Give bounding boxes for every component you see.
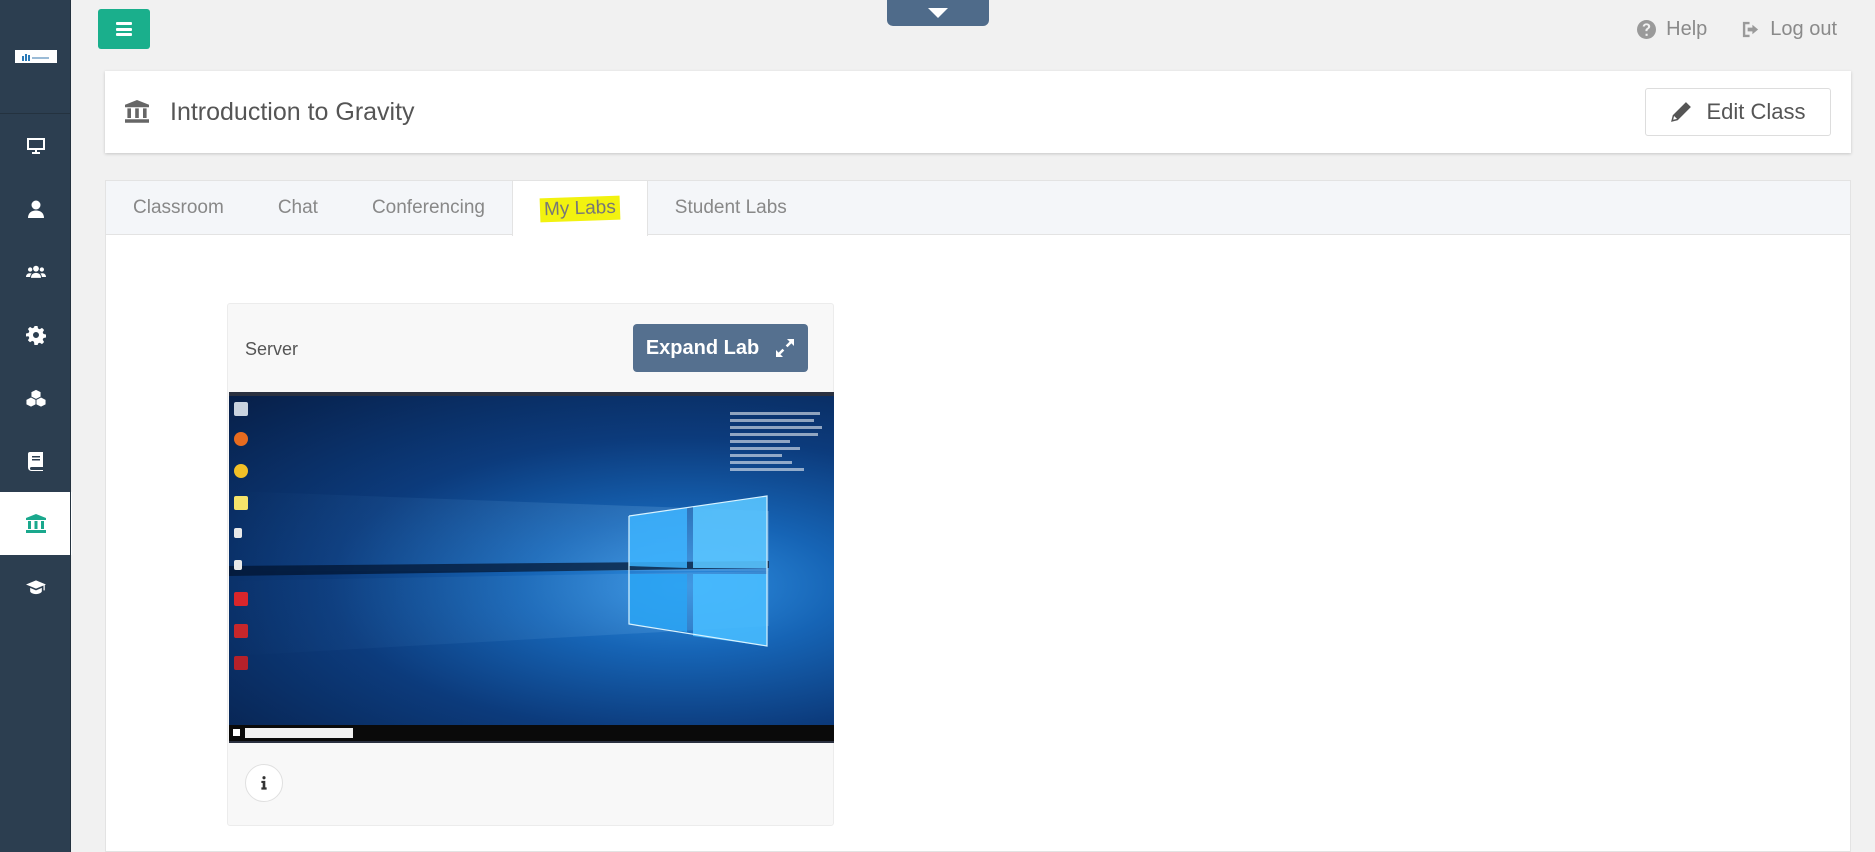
sidebar-item-courses[interactable]: [0, 429, 71, 492]
tab-my-labs[interactable]: My Labs: [511, 181, 648, 236]
chrome-icon: [234, 464, 248, 478]
tab-label: Student Labs: [674, 197, 787, 218]
logout-link[interactable]: Log out: [1741, 18, 1837, 41]
book-icon: [27, 451, 43, 471]
info-icon: [261, 776, 267, 790]
users-icon: [25, 265, 46, 278]
edit-class-button[interactable]: Edit Class: [1645, 88, 1831, 136]
file-icon: [234, 528, 242, 538]
edit-class-label: Edit Class: [1706, 99, 1806, 124]
tab-classroom[interactable]: Classroom: [106, 181, 251, 235]
caret-down-icon: [928, 8, 948, 18]
tab-label: Conferencing: [371, 197, 485, 218]
toolbar-dropdown-toggle[interactable]: [887, 0, 989, 26]
taskbar-search-box: [245, 728, 353, 738]
lab-info-button[interactable]: [245, 764, 283, 802]
institution-icon: [125, 100, 149, 123]
tab-conferencing[interactable]: Conferencing: [345, 181, 512, 235]
notes-icon: [234, 496, 248, 510]
app-icon: [234, 624, 248, 638]
page-title: Introduction to Gravity: [170, 97, 415, 126]
sidebar-item-training[interactable]: [0, 555, 71, 618]
logo: [14, 50, 57, 63]
sidebar-edge: [70, 0, 71, 852]
logout-label: Log out: [1770, 18, 1837, 40]
sidebar-item-user[interactable]: [0, 177, 71, 240]
sidebar-item-users[interactable]: [0, 240, 71, 303]
sidebar: [0, 0, 72, 852]
tab-student-labs[interactable]: Student Labs: [648, 181, 814, 235]
graduation-cap-icon: [25, 579, 46, 594]
expand-icon: [776, 339, 795, 357]
tab-bar: Classroom Chat Conferencing My Labs Stud…: [106, 181, 1850, 236]
logo-graphic-icon: [21, 53, 49, 61]
remote-taskbar: [229, 725, 834, 741]
sign-out-icon: [1743, 21, 1759, 38]
pencil-icon: [1671, 102, 1692, 122]
file-icon: [234, 560, 242, 570]
lab-screen-preview[interactable]: [229, 392, 834, 743]
acrobat-icon: [234, 592, 248, 606]
tab-label: Classroom: [133, 197, 224, 218]
expand-lab-button[interactable]: Expand Lab: [633, 324, 808, 372]
app-icon: [234, 656, 248, 670]
class-header: Introduction to Gravity Edit Class: [105, 71, 1851, 153]
help-label: Help: [1666, 18, 1708, 40]
lab-name: Server: [245, 339, 299, 359]
expand-lab-label: Expand Lab: [645, 336, 760, 359]
tab-chat[interactable]: Chat: [251, 181, 345, 235]
institution-icon: [25, 513, 46, 533]
hamburger-icon: [116, 22, 132, 36]
sidebar-item-labs[interactable]: [0, 366, 71, 429]
sidebar-item-classes[interactable]: [0, 492, 72, 555]
question-circle-icon: [1637, 20, 1657, 39]
menu-toggle-button[interactable]: [98, 9, 150, 49]
help-link[interactable]: Help: [1637, 18, 1707, 41]
tab-label: Chat: [277, 197, 318, 218]
lab-card: Server Expand Lab: [227, 303, 834, 826]
tab-label: My Labs: [539, 195, 621, 222]
sidebar-item-desktops[interactable]: [0, 114, 71, 177]
logo-area: [0, 0, 71, 114]
recycle-bin-icon: [234, 402, 248, 416]
remote-desktop-thumbnail: [229, 396, 834, 741]
class-panel: Classroom Chat Conferencing My Labs Stud…: [105, 180, 1851, 852]
gear-icon: [25, 325, 46, 345]
cubes-icon: [25, 389, 46, 407]
desktop-system-info: [730, 412, 824, 475]
firefox-icon: [234, 432, 248, 446]
user-icon: [27, 200, 44, 218]
desktop-icon: [26, 137, 45, 154]
top-links: Help Log out: [1637, 18, 1837, 41]
start-icon: [233, 729, 240, 736]
sidebar-item-settings[interactable]: [0, 303, 71, 366]
